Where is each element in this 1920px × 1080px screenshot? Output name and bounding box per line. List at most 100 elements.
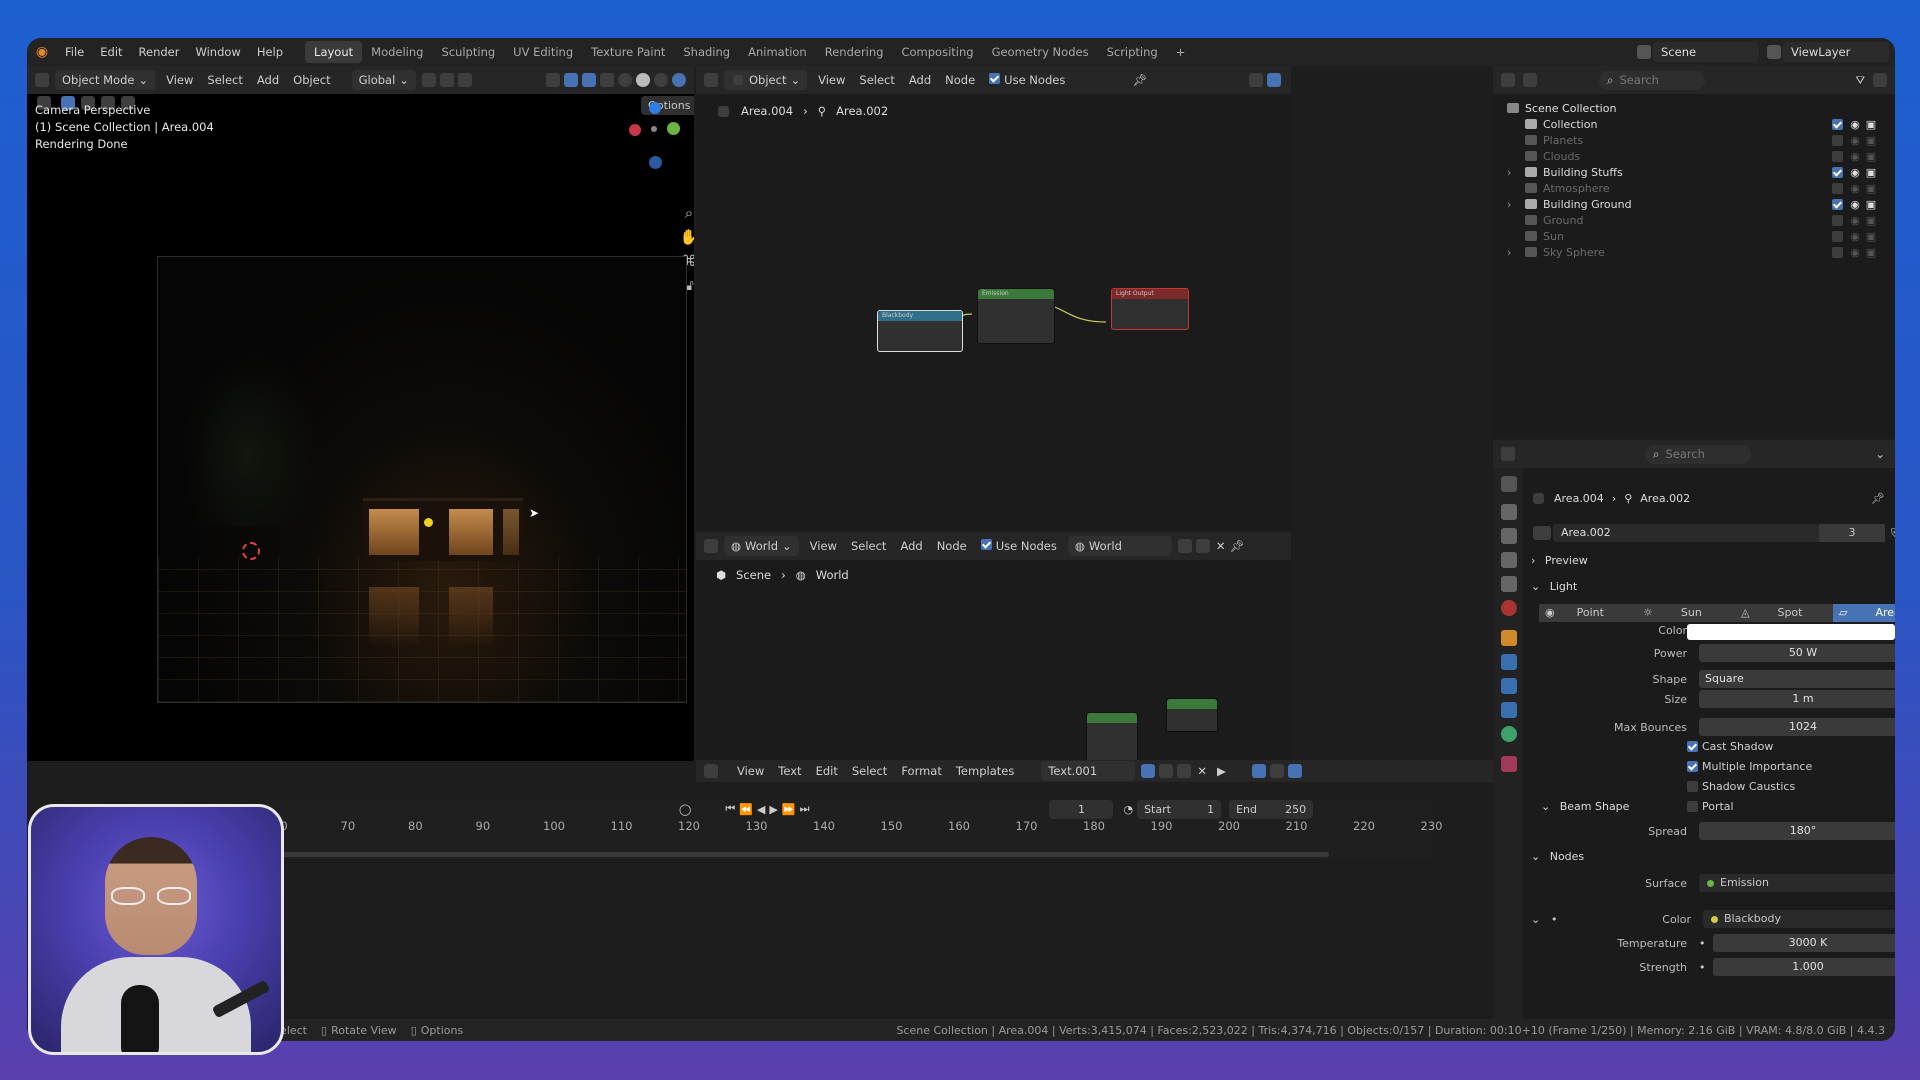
checkbox-icon[interactable] — [1687, 741, 1698, 752]
tab-shading[interactable]: Shading — [674, 41, 739, 63]
beam-shape-panel-header[interactable]: ⌄ Beam Shape — [1541, 800, 1629, 813]
tab-compositing[interactable]: Compositing — [892, 41, 982, 63]
checkbox-row[interactable]: Cast Shadow — [1687, 740, 1773, 753]
spread-field[interactable]: 180° — [1699, 822, 1895, 840]
shading-material-icon[interactable] — [654, 73, 668, 87]
exclude-checkbox[interactable] — [1832, 198, 1843, 210]
eye-icon[interactable]: ◉ — [1847, 198, 1863, 211]
zoom-icon[interactable]: ⌕ — [679, 204, 694, 224]
world-datablock-field[interactable]: ◍ World — [1067, 536, 1172, 556]
light-type-sun[interactable]: ☼ Sun — [1637, 604, 1735, 622]
axis-neg-z-dot[interactable] — [649, 156, 662, 169]
jump-keyframe-back-icon[interactable]: ⏪ — [739, 803, 753, 816]
editor-type-icon[interactable] — [704, 539, 718, 553]
jump-start-icon[interactable]: ⏮ — [725, 802, 735, 816]
outliner-item[interactable]: Collection ◉ ▣ — [1507, 116, 1887, 132]
menu-help[interactable]: Help — [249, 45, 291, 59]
render-camera-icon[interactable]: ▣ — [1863, 246, 1879, 259]
editor-type-icon[interactable] — [35, 73, 49, 87]
3d-cursor[interactable] — [242, 542, 260, 560]
filter-icon[interactable]: ⛛ — [1855, 73, 1865, 88]
we-menu-select[interactable]: Select — [844, 539, 893, 553]
menu-window[interactable]: Window — [187, 45, 248, 59]
scene-icon[interactable] — [1637, 45, 1651, 59]
end-frame-field[interactable]: End 250 — [1229, 799, 1314, 819]
eye-icon[interactable]: ◉ — [1847, 134, 1863, 147]
outliner-item[interactable]: Sun ◉ ▣ — [1507, 228, 1887, 244]
scene-selector[interactable]: Scene — [1653, 42, 1759, 62]
pivot-icon[interactable] — [421, 73, 436, 87]
properties-search-field[interactable]: ⌕ Search — [1645, 444, 1751, 464]
outliner-item[interactable]: Atmosphere ◉ ▣ — [1507, 180, 1887, 196]
render-camera-icon[interactable]: ▣ — [1863, 214, 1879, 227]
duplicate-icon[interactable] — [1195, 539, 1210, 553]
exclude-checkbox[interactable] — [1832, 246, 1843, 258]
exclude-checkbox[interactable] — [1832, 166, 1843, 178]
outliner-item[interactable]: › Building Stuffs ◉ ▣ — [1507, 164, 1887, 180]
te-menu-format[interactable]: Format — [894, 764, 949, 778]
close-icon[interactable]: ✕ — [1193, 764, 1211, 778]
tab-animation[interactable]: Animation — [739, 41, 816, 63]
properties-editor[interactable]: ⌕ Search ⌄ Area.004 › ⚲ Area.002 📌︎ Area… — [1493, 440, 1895, 1020]
property-field[interactable]: Square — [1699, 670, 1895, 688]
gizmo-toggle-icon[interactable] — [564, 73, 578, 87]
play-icon[interactable]: ▶ — [769, 803, 777, 816]
outliner-item[interactable]: Planets ◉ ▣ — [1507, 132, 1887, 148]
timeline[interactable]: ◯ ⏮ ⏪ ◀ ▶ ⏩ ⏭ 1 ◔ Start1 End250 60708090… — [259, 799, 1442, 859]
vp-menu-add[interactable]: Add — [250, 73, 286, 87]
transform-orientation-dropdown[interactable]: Global ⌄ — [351, 70, 416, 90]
te-menu-select[interactable]: Select — [845, 764, 894, 778]
we-menu-node[interactable]: Node — [930, 539, 974, 553]
menu-render[interactable]: Render — [131, 45, 188, 59]
te-menu-text[interactable]: Text — [771, 764, 808, 778]
tab-uv-editing[interactable]: UV Editing — [504, 41, 582, 63]
render-camera-icon[interactable]: ▣ — [1863, 166, 1879, 179]
object-tab-icon[interactable] — [1501, 630, 1517, 646]
visibility-icon[interactable] — [546, 73, 560, 87]
eye-icon[interactable]: ◉ — [1847, 166, 1863, 179]
te-menu-view[interactable]: View — [730, 764, 771, 778]
world-use-nodes-toggle[interactable]: Use Nodes — [974, 539, 1064, 553]
duplicate-icon[interactable] — [1159, 764, 1174, 778]
render-camera-icon[interactable]: ▣ — [1863, 150, 1879, 163]
render-camera-icon[interactable]: ▣ — [1863, 134, 1879, 147]
view-layer-icon[interactable] — [1767, 45, 1781, 59]
exclude-checkbox[interactable] — [1832, 182, 1843, 194]
light-type-area[interactable]: ▱ Area — [1833, 604, 1895, 622]
exclude-checkbox[interactable] — [1832, 118, 1843, 130]
expand-arrow-icon[interactable]: › — [1507, 246, 1521, 259]
expand-arrow-icon[interactable]: › — [1507, 198, 1521, 211]
shading-solid-icon[interactable] — [636, 73, 650, 87]
menu-edit[interactable]: Edit — [92, 45, 130, 59]
proportional-edit-icon[interactable] — [457, 73, 472, 87]
word-wrap-icon[interactable] — [1269, 764, 1284, 778]
tab-modeling[interactable]: Modeling — [362, 41, 432, 63]
area-light-dot[interactable] — [424, 518, 433, 527]
snap-icon[interactable] — [439, 73, 454, 87]
display-mode-icon[interactable] — [1523, 73, 1537, 87]
exclude-checkbox[interactable] — [1832, 230, 1843, 242]
exclude-checkbox[interactable] — [1832, 134, 1843, 146]
render-camera-icon[interactable]: ▣ — [1863, 230, 1879, 243]
blackbody-node[interactable]: Blackbody — [877, 310, 963, 352]
shader-editor-object[interactable]: Object ⌄ View Select Add Node Use Nodes 📌… — [696, 66, 1291, 530]
we-menu-add[interactable]: Add — [893, 539, 929, 553]
exclude-checkbox[interactable] — [1832, 214, 1843, 226]
outliner-item[interactable]: › Building Ground ◉ ▣ — [1507, 196, 1887, 212]
chevron-down-icon[interactable]: ⌄ — [1875, 447, 1885, 461]
light-output-node[interactable]: Light Output — [1111, 288, 1189, 330]
run-script-icon[interactable]: ▶ — [1211, 764, 1232, 778]
axis-x-dot[interactable] — [629, 124, 641, 136]
we-menu-view[interactable]: View — [803, 539, 844, 553]
tab-rendering[interactable]: Rendering — [816, 41, 893, 63]
checkbox-row[interactable]: Shadow Caustics — [1687, 780, 1795, 793]
vp-menu-select[interactable]: Select — [200, 73, 249, 87]
tab-texture-paint[interactable]: Texture Paint — [582, 41, 674, 63]
texture-tab-icon[interactable] — [1501, 756, 1517, 772]
3d-viewport[interactable]: Object Mode ⌄ View Select Add Object Glob… — [27, 66, 694, 761]
eye-icon[interactable]: ◉ — [1847, 246, 1863, 259]
overlay-toggle-icon[interactable] — [582, 73, 596, 87]
view-layer-tab-icon[interactable] — [1501, 552, 1517, 568]
fake-user-shield-icon[interactable] — [1177, 539, 1192, 553]
temperature-field[interactable]: 3000 K — [1713, 934, 1895, 952]
